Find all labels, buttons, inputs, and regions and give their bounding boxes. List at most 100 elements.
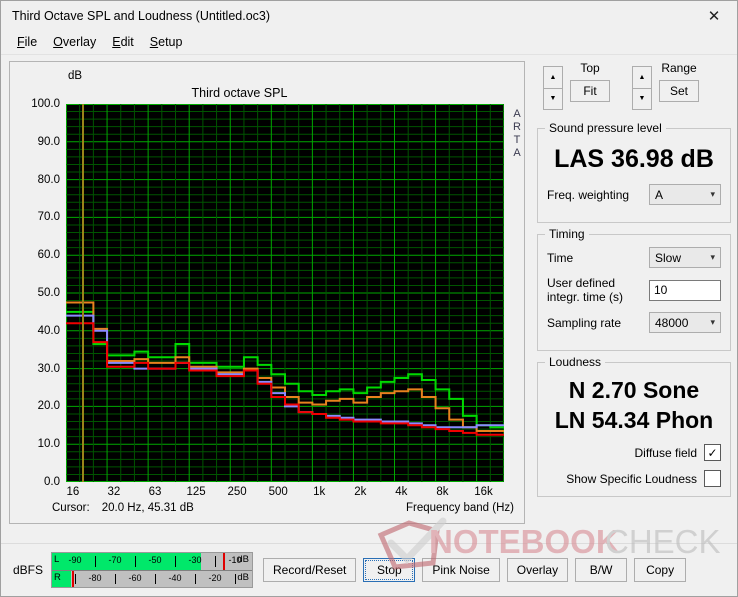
chart-column: dB Third octave SPL 0.0 10.0 20.0 30.0 40.0 5…: [1, 55, 533, 543]
y-axis-unit: dB: [68, 70, 83, 82]
y-tick-label: 0.0: [44, 476, 60, 488]
x-tick-label: 63: [148, 486, 162, 498]
arta-letter-t: T: [513, 134, 521, 146]
show-specific-loudness-label: Show Specific Loudness: [566, 471, 697, 486]
main-content: dB Third octave SPL 0.0 10.0 20.0 30.0 40.0 5…: [1, 55, 737, 543]
arta-letter-a2: A: [513, 147, 521, 159]
plot-area[interactable]: [66, 104, 504, 482]
spl-readout: LAS 36.98 dB: [554, 145, 714, 173]
top-label: Top: [580, 61, 600, 75]
range-control-stack: Range Set: [659, 61, 699, 102]
top-spinner-up-icon[interactable]: ▲: [543, 66, 563, 88]
fit-button[interactable]: Fit: [570, 80, 610, 102]
loudness-group-title: Loudness: [545, 355, 606, 369]
y-tick-label: 30.0: [37, 362, 60, 375]
freq-weighting-value: A: [655, 187, 664, 202]
meter-unit-label: dB: [237, 554, 250, 565]
sampling-rate-select[interactable]: 48000 ▾: [649, 312, 721, 333]
range-spinner-up-icon[interactable]: ▲: [632, 66, 652, 88]
x-axis-title: Frequency band (Hz): [405, 502, 514, 514]
menu-accel-overlay: O: [53, 35, 63, 49]
y-tick-label: 70.0: [37, 211, 60, 224]
integration-time-value: 10: [654, 283, 668, 297]
set-button[interactable]: Set: [659, 80, 699, 102]
meter-scale-label: -90: [68, 555, 82, 565]
menu-item-overlay[interactable]: Overlay: [47, 33, 106, 51]
meter-peak-marker: [223, 553, 226, 570]
scale-controls-row: ▲ ▼ Top Fit ▲ ▼ Range Set: [537, 61, 731, 117]
menu-item-setup[interactable]: Setup: [144, 33, 193, 51]
copy-button[interactable]: Copy: [634, 558, 687, 582]
diffuse-field-checkbox[interactable]: ✓: [704, 444, 721, 461]
time-row: Time Slow ▾: [547, 247, 721, 268]
time-value: Slow: [655, 250, 682, 265]
chevron-down-icon: ▾: [710, 317, 715, 327]
arta-watermark: A R T A: [510, 108, 524, 160]
time-label: Time: [547, 250, 574, 265]
x-tick-label: 125: [186, 486, 206, 498]
arta-letter-r: R: [513, 121, 521, 133]
integration-time-label-line2: integr. time (s): [547, 290, 624, 304]
x-tick-label: 8k: [436, 486, 449, 498]
level-meter-r: R -80 -60 -40 -20 dB: [52, 570, 252, 587]
meter-tick-mark: [215, 556, 217, 567]
show-specific-loudness-row: Show Specific Loudness: [547, 470, 721, 487]
menu-rest-edit: dit: [120, 35, 134, 49]
integration-time-row: User defined integr. time (s) 10: [547, 276, 721, 304]
menu-item-file[interactable]: File: [11, 33, 47, 51]
time-select[interactable]: Slow ▾: [649, 247, 721, 268]
menu-item-edit[interactable]: Edit: [106, 33, 144, 51]
show-specific-loudness-checkbox[interactable]: [704, 470, 721, 487]
controls-column: ▲ ▼ Top Fit ▲ ▼ Range Set Sound pressure…: [533, 55, 737, 543]
top-control-group: ▲ ▼ Top Fit: [543, 61, 610, 110]
spl-group-title: Sound pressure level: [545, 121, 666, 135]
bottom-toolbar: dBFS L -90 -70 -50 -30 -10 dB R -80 -60 -40 -20 dB R…: [1, 543, 737, 596]
menu-rest-overlay: verlay: [62, 35, 97, 49]
pink-noise-button[interactable]: Pink Noise: [422, 558, 500, 582]
top-control-stack: Top Fit: [570, 61, 610, 102]
loudness-phon-readout: LN 54.34 Phon: [554, 407, 714, 433]
x-tick-label: 32: [107, 486, 121, 498]
meter-unit-label: dB: [237, 571, 250, 583]
b-w-button[interactable]: B/W: [575, 558, 628, 582]
diffuse-field-label: Diffuse field: [634, 445, 697, 460]
y-tick-label: 10.0: [37, 438, 60, 451]
top-spinner[interactable]: ▲ ▼: [543, 66, 563, 110]
title-bar: Third Octave SPL and Loudness (Untitled.…: [1, 1, 737, 30]
range-label: Range: [661, 61, 697, 75]
cursor-label: Cursor:: [52, 502, 90, 514]
spl-chart-panel[interactable]: dB Third octave SPL 0.0 10.0 20.0 30.0 40.0 5…: [9, 61, 525, 524]
meter-scale-label: -60: [128, 572, 142, 583]
y-tick-label: 90.0: [37, 135, 60, 148]
y-tick-label: 40.0: [37, 324, 60, 337]
loudness-sone-readout: N 2.70 Sone: [568, 377, 700, 403]
meter-tick-mark: [195, 573, 197, 584]
transport-buttons: Record/Reset Stop Pink Noise Overlay B/W Copy: [263, 558, 687, 582]
chart-title: Third octave SPL: [191, 86, 288, 100]
integration-time-label-line1: User defined: [547, 276, 616, 290]
integration-time-input[interactable]: 10: [649, 279, 721, 301]
timing-group-title: Timing: [545, 227, 589, 241]
arta-main-window: Third Octave SPL and Loudness (Untitled.…: [0, 0, 738, 597]
meter-tick-mark: [115, 573, 117, 584]
cursor-readout: Cursor: 20.0 Hz, 45.31 dB: [52, 502, 194, 514]
y-tick-label: 50.0: [37, 287, 60, 299]
overlay-button[interactable]: Overlay: [506, 558, 569, 582]
meter-scale-label: -70: [108, 555, 122, 565]
record-reset-button[interactable]: Record/Reset: [263, 558, 357, 582]
y-tick-label: 80.0: [37, 173, 60, 186]
top-spinner-down-icon[interactable]: ▼: [543, 87, 563, 110]
cursor-value: 20.0 Hz, 45.31 dB: [101, 502, 194, 514]
diffuse-field-row: Diffuse field ✓: [547, 444, 721, 461]
close-icon[interactable]: ✕: [691, 1, 737, 30]
meter-scale-label: -30: [188, 555, 202, 565]
range-spinner-down-icon[interactable]: ▼: [632, 87, 652, 110]
freq-weighting-select[interactable]: A ▾: [649, 184, 721, 205]
menu-accel-setup: S: [149, 35, 159, 49]
x-tick-label: 500: [268, 486, 288, 498]
range-spinner[interactable]: ▲ ▼: [632, 66, 652, 110]
x-tick-label: 16: [66, 486, 80, 498]
menu-accel-edit: E: [112, 35, 121, 49]
stop-button[interactable]: Stop: [363, 558, 416, 582]
x-tick-label: 1k: [313, 486, 326, 498]
